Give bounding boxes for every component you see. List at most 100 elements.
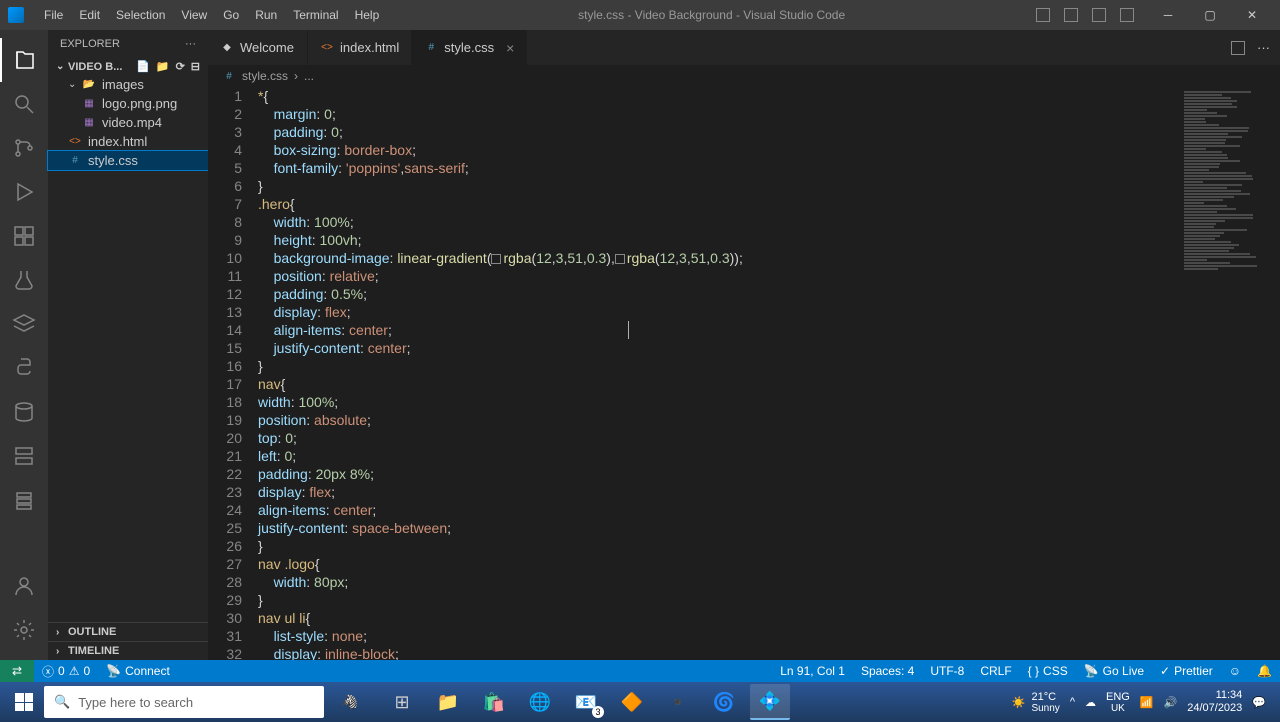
- taskbar-search[interactable]: 🔍 Type here to search: [44, 686, 324, 718]
- wifi-icon[interactable]: 📶: [1140, 696, 1154, 709]
- search-placeholder: Type here to search: [78, 695, 193, 710]
- breadcrumb[interactable]: # style.css › ...: [208, 65, 1280, 87]
- split-editor-icon[interactable]: [1231, 41, 1245, 55]
- terminal-icon[interactable]: ▪️: [658, 684, 698, 720]
- eol-setting[interactable]: CRLF: [972, 664, 1019, 678]
- onedrive-icon[interactable]: ☁: [1085, 696, 1096, 709]
- testing-icon[interactable]: [0, 258, 48, 302]
- css-icon: #: [424, 41, 438, 55]
- explorer-title: EXPLORER: [60, 38, 120, 50]
- action-center-icon[interactable]: 💬: [1252, 696, 1266, 709]
- start-button[interactable]: [4, 684, 44, 720]
- file-tree: ⌄📂images▦logo.png.png▦video.mp4<>index.h…: [48, 75, 208, 622]
- chrome-icon[interactable]: 🌐: [520, 684, 560, 720]
- tab-index-html[interactable]: <>index.html: [308, 30, 412, 65]
- collapse-icon[interactable]: ⊟: [191, 60, 200, 73]
- indent-setting[interactable]: Spaces: 4: [853, 664, 922, 678]
- menu-run[interactable]: Run: [247, 4, 285, 26]
- menu-edit[interactable]: Edit: [71, 4, 108, 26]
- go-live-button[interactable]: 📡 Go Live: [1076, 664, 1152, 678]
- tree-item-index-html[interactable]: <>index.html: [48, 132, 208, 151]
- database-icon[interactable]: [0, 390, 48, 434]
- layout-customize-icon[interactable]: [1120, 8, 1134, 22]
- maximize-button[interactable]: ▢: [1190, 1, 1230, 29]
- code-editor[interactable]: 1234567891011121314151617181920212223242…: [208, 87, 1280, 660]
- tree-item-images[interactable]: ⌄📂images: [48, 75, 208, 94]
- encoding-setting[interactable]: UTF-8: [922, 664, 972, 678]
- window-title: style.css - Video Background - Visual St…: [387, 8, 1036, 22]
- img-file-icon: ▦: [82, 116, 96, 130]
- css-file-icon: #: [68, 154, 82, 168]
- layout-panel-right-icon[interactable]: [1092, 8, 1106, 22]
- cursor-position[interactable]: Ln 91, Col 1: [772, 664, 853, 678]
- stack-icon[interactable]: [0, 478, 48, 522]
- language-mode[interactable]: { } CSS: [1020, 664, 1076, 678]
- volume-icon[interactable]: 🔊: [1164, 696, 1178, 709]
- windows-logo-icon: [15, 693, 33, 711]
- remote-indicator[interactable]: ⇄: [0, 660, 34, 682]
- css-file-icon: #: [222, 69, 236, 83]
- tray-chevron-icon[interactable]: ^: [1070, 696, 1075, 708]
- project-header[interactable]: ⌄ VIDEO B... 📄 📁 ⟳ ⊟: [48, 58, 208, 75]
- cortana-animal[interactable]: 🦓: [328, 686, 372, 718]
- editor-area: ◆Welcome<>index.html#style.css× ··· # st…: [208, 30, 1280, 660]
- tab-style-css[interactable]: #style.css×: [412, 30, 527, 65]
- problems-indicator[interactable]: ⓧ0 ⚠0: [34, 663, 98, 680]
- connect-button[interactable]: 📡Connect: [98, 664, 178, 678]
- settings-gear-icon[interactable]: [0, 608, 48, 652]
- broadcast-icon: 📡: [106, 664, 121, 678]
- tab-welcome[interactable]: ◆Welcome: [208, 30, 308, 65]
- extensions-icon[interactable]: [0, 214, 48, 258]
- python-icon[interactable]: [0, 346, 48, 390]
- explorer-icon[interactable]: [0, 38, 48, 82]
- menu-terminal[interactable]: Terminal: [285, 4, 346, 26]
- account-icon[interactable]: [0, 564, 48, 608]
- layers-icon[interactable]: [0, 302, 48, 346]
- layout-panel-left-icon[interactable]: [1036, 8, 1050, 22]
- minimize-button[interactable]: ─: [1148, 1, 1188, 29]
- img-file-icon: ▦: [82, 97, 96, 111]
- clock[interactable]: 11:34 24/07/2023: [1187, 689, 1242, 715]
- html-icon: <>: [320, 41, 334, 55]
- more-actions-icon[interactable]: ···: [1257, 40, 1270, 55]
- layout-panel-bottom-icon[interactable]: [1064, 8, 1078, 22]
- feedback-icon[interactable]: ☺: [1221, 664, 1249, 678]
- mail-icon[interactable]: 📧3: [566, 684, 606, 720]
- notifications-icon[interactable]: 🔔: [1249, 664, 1280, 678]
- minimap[interactable]: [1180, 87, 1280, 660]
- explorer-more-icon[interactable]: ···: [185, 38, 196, 50]
- vlc-icon[interactable]: 🔶: [612, 684, 652, 720]
- explorer-sidebar: EXPLORER ··· ⌄ VIDEO B... 📄 📁 ⟳ ⊟ ⌄📂imag…: [48, 30, 208, 660]
- folder-file-icon: 📂: [82, 78, 96, 92]
- new-file-icon[interactable]: 📄: [136, 60, 150, 73]
- tree-item-style-css[interactable]: #style.css: [48, 151, 208, 170]
- code-content[interactable]: *{ margin: 0; padding: 0; box-sizing: bo…: [258, 87, 1280, 660]
- sun-icon: ☀️: [1012, 696, 1026, 709]
- ms-store-icon[interactable]: 🛍️: [474, 684, 514, 720]
- tree-item-logo-png-png[interactable]: ▦logo.png.png: [48, 94, 208, 113]
- menu-file[interactable]: File: [36, 4, 71, 26]
- new-folder-icon[interactable]: 📁: [156, 60, 170, 73]
- server-icon[interactable]: [0, 434, 48, 478]
- close-tab-icon[interactable]: ×: [506, 40, 514, 56]
- menu-selection[interactable]: Selection: [108, 4, 173, 26]
- prettier-status[interactable]: ✓ Prettier: [1152, 664, 1221, 678]
- edge-icon[interactable]: 🌀: [704, 684, 744, 720]
- color-swatch-icon: [491, 254, 501, 264]
- run-debug-icon[interactable]: [0, 170, 48, 214]
- task-view-icon[interactable]: ⊞: [382, 684, 422, 720]
- menu-view[interactable]: View: [173, 4, 215, 26]
- close-button[interactable]: ✕: [1232, 1, 1272, 29]
- menu-go[interactable]: Go: [215, 4, 247, 26]
- tree-item-video-mp4[interactable]: ▦video.mp4: [48, 113, 208, 132]
- outline-section[interactable]: › OUTLINE: [48, 622, 208, 641]
- vscode-taskbar-icon[interactable]: 💠: [750, 684, 790, 720]
- weather-widget[interactable]: ☀️ 21°C Sunny: [1012, 691, 1060, 714]
- menu-help[interactable]: Help: [347, 4, 388, 26]
- source-control-icon[interactable]: [0, 126, 48, 170]
- search-icon[interactable]: [0, 82, 48, 126]
- timeline-section[interactable]: › TIMELINE: [48, 641, 208, 660]
- file-explorer-icon[interactable]: 📁: [428, 684, 468, 720]
- refresh-icon[interactable]: ⟳: [176, 60, 185, 73]
- language-indicator[interactable]: ENG UK: [1106, 691, 1130, 714]
